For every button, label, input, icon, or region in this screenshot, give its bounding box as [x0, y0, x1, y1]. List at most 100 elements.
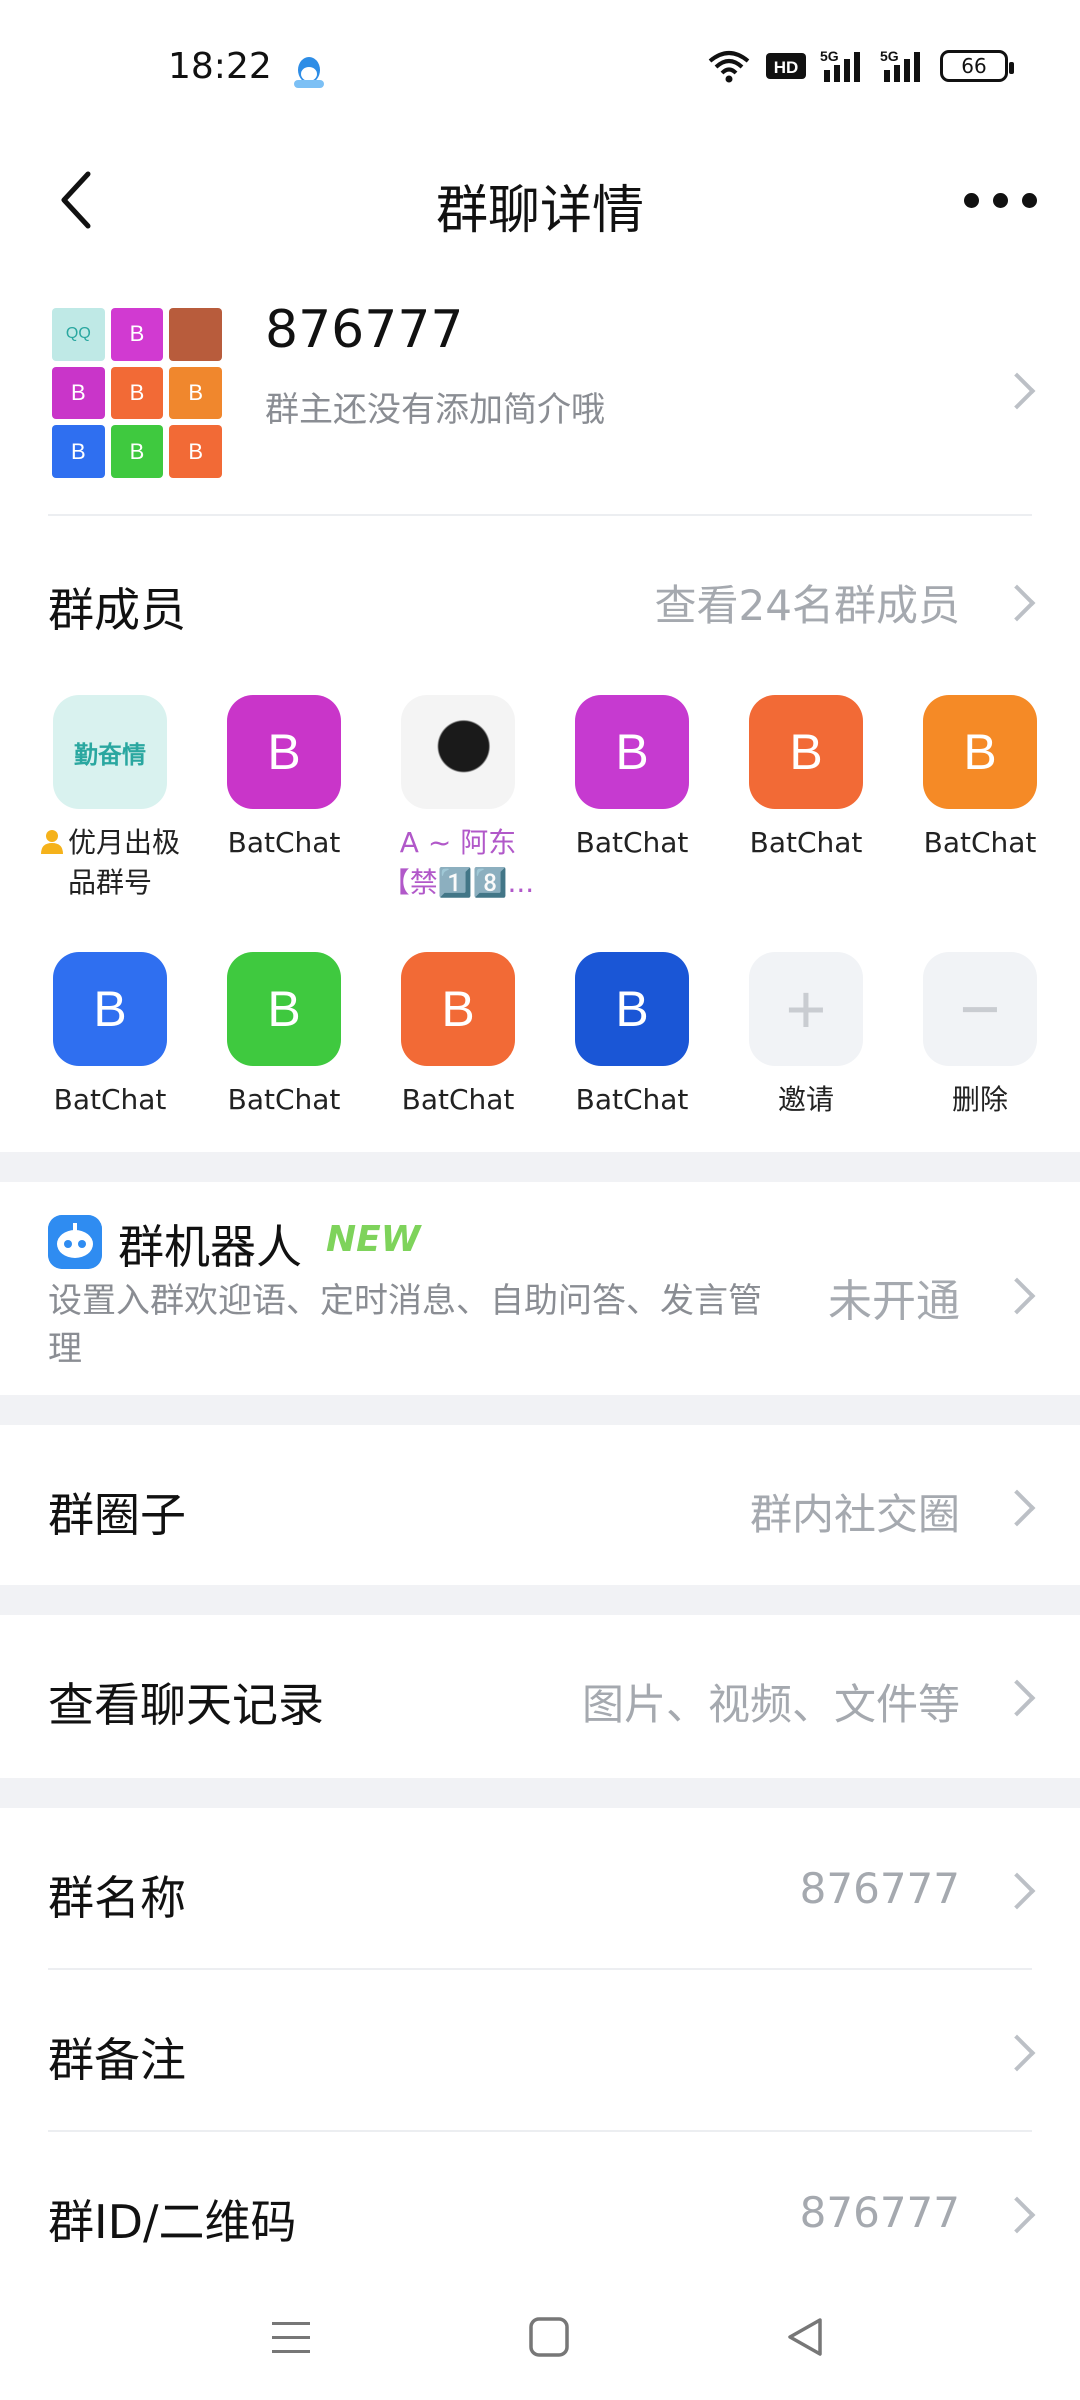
- member-item[interactable]: B BatChat: [718, 695, 894, 863]
- members-label: 群成员: [48, 583, 186, 637]
- member-item[interactable]: B BatChat: [22, 952, 198, 1120]
- group-name-row[interactable]: 群名称 876777: [0, 1808, 1080, 1968]
- view-all-members-link[interactable]: 查看24名群成员: [655, 572, 960, 633]
- robot-status: 未开通: [828, 1276, 960, 1327]
- more-dots-icon: [992, 192, 1008, 208]
- group-avatar-tile: [169, 308, 222, 361]
- page-title: 群聊详情: [435, 181, 644, 241]
- member-avatar: B: [923, 695, 1037, 809]
- member-name: 删除: [892, 1080, 1068, 1120]
- member-avatar: B: [227, 952, 341, 1066]
- member-name-line: BatChat: [227, 826, 341, 859]
- member-item[interactable]: B BatChat: [892, 695, 1068, 863]
- member-name: BatChat: [718, 823, 894, 863]
- member-avatar: [401, 695, 515, 809]
- chevron-right-icon: [998, 2196, 1036, 2234]
- member-avatar: B: [401, 952, 515, 1066]
- more-button[interactable]: [950, 160, 1050, 240]
- group-circle-row[interactable]: 群圈子 群内社交圈: [0, 1425, 1080, 1585]
- member-name-line: 优月出极: [67, 826, 180, 859]
- status-time: 18:22: [168, 46, 272, 87]
- member-name-line: BatChat: [749, 826, 863, 859]
- member-avatar: B: [749, 695, 863, 809]
- owner-person-icon: [40, 830, 63, 854]
- group-remark-label: 群备注: [48, 2033, 186, 2087]
- member-name-line: 邀请: [777, 1083, 834, 1116]
- more-dots-icon: [963, 192, 979, 208]
- member-item[interactable]: B BatChat: [544, 952, 720, 1120]
- member-name: 优月出极 品群号: [22, 823, 198, 903]
- member-name-line: BatChat: [227, 1083, 341, 1116]
- chevron-right-icon: [998, 1489, 1036, 1527]
- menu-icon[interactable]: [270, 2318, 312, 2358]
- group-avatar[interactable]: QQ B B B B B B B: [48, 304, 226, 482]
- member-name-line: 删除: [951, 1083, 1008, 1116]
- group-id-row[interactable]: 群ID/二维码 876777: [0, 2132, 1080, 2292]
- svg-text:5G: 5G: [820, 48, 839, 64]
- system-nav-bar: [0, 2280, 1080, 2400]
- member-name: BatChat: [196, 823, 372, 863]
- remove-member-button[interactable]: − 删除: [892, 952, 1068, 1120]
- member-item[interactable]: 勤奋情 优月出极 品群号: [22, 695, 198, 903]
- chevron-right-icon: [998, 372, 1036, 410]
- member-name: BatChat: [892, 823, 1068, 863]
- chat-history-row[interactable]: 查看聊天记录 图片、视频、文件等: [0, 1615, 1080, 1775]
- member-item[interactable]: B BatChat: [370, 952, 546, 1120]
- invite-member-button[interactable]: + 邀请: [718, 952, 894, 1120]
- member-name: BatChat: [370, 1080, 546, 1120]
- chevron-right-icon: [998, 584, 1036, 622]
- member-name: BatChat: [544, 1080, 720, 1120]
- member-avatar: B: [227, 695, 341, 809]
- circle-value: 群内社交圈: [749, 1490, 960, 1539]
- group-robot-row[interactable]: 群机器人 NEW 设置入群欢迎语、定时消息、自助问答、发言管理 未开通: [0, 1185, 1080, 1395]
- chevron-right-icon: [998, 1277, 1036, 1315]
- member-name: BatChat: [196, 1080, 372, 1120]
- group-avatar-tile: B: [110, 366, 164, 420]
- divider: [48, 514, 1032, 516]
- svg-text:HD: HD: [774, 58, 799, 77]
- member-avatar: B: [53, 952, 167, 1066]
- member-item[interactable]: A ~ 阿东 【禁1️⃣8️⃣...: [370, 695, 546, 903]
- group-avatar-tile: B: [169, 366, 222, 420]
- group-name: 876777: [265, 300, 464, 360]
- member-name: BatChat: [544, 823, 720, 863]
- signal-5g-icon: 5G: [820, 48, 860, 82]
- group-name-value: 876777: [799, 1864, 960, 1913]
- chevron-right-icon: [998, 2034, 1036, 2072]
- member-name-line: BatChat: [53, 1083, 167, 1116]
- member-name-line: A ~ 阿东: [399, 826, 517, 859]
- hd-icon: HD: [766, 53, 806, 79]
- group-avatar-tile: B: [52, 425, 105, 478]
- status-bar: 18:22 HD 5G 5G 66: [0, 0, 1080, 140]
- new-badge: NEW: [326, 1219, 421, 1260]
- section-separator: [0, 1152, 1080, 1182]
- battery-level: 66: [961, 54, 987, 78]
- status-icons: HD 5G 5G 66: [706, 48, 1014, 84]
- group-avatar-tile: B: [110, 308, 164, 361]
- qq-app-icon: [294, 57, 324, 88]
- wifi-icon: [708, 51, 750, 83]
- group-remark-row[interactable]: 群备注: [0, 1970, 1080, 2130]
- member-item[interactable]: B BatChat: [544, 695, 720, 863]
- signal-5g-icon: 5G: [880, 48, 920, 82]
- member-name: 邀请: [718, 1080, 894, 1120]
- member-name-line: 【禁1️⃣8️⃣...: [381, 866, 535, 899]
- circle-label: 群圈子: [48, 1488, 186, 1542]
- chat-history-value: 图片、视频、文件等: [581, 1680, 960, 1729]
- chat-history-label: 查看聊天记录: [48, 1678, 324, 1732]
- home-icon[interactable]: [528, 2316, 570, 2358]
- member-name-line: BatChat: [923, 826, 1037, 859]
- member-item[interactable]: B BatChat: [196, 952, 372, 1120]
- back-triangle-icon[interactable]: [784, 2316, 826, 2358]
- member-name: A ~ 阿东 【禁1️⃣8️⃣...: [370, 823, 546, 903]
- svg-text:5G: 5G: [880, 48, 899, 64]
- group-id-value: 876777: [799, 2188, 960, 2237]
- battery-icon: 66: [940, 50, 1014, 82]
- robot-icon: [48, 1215, 102, 1269]
- member-item[interactable]: B BatChat: [196, 695, 372, 863]
- member-name: BatChat: [22, 1080, 198, 1120]
- member-name-line: BatChat: [575, 826, 689, 859]
- group-profile-row[interactable]: QQ B B B B B B B 876777 群主还没有添加简介哦: [0, 290, 1080, 510]
- minus-icon: −: [923, 952, 1037, 1066]
- group-members-row[interactable]: 群成员 查看24名群成员: [0, 550, 1080, 650]
